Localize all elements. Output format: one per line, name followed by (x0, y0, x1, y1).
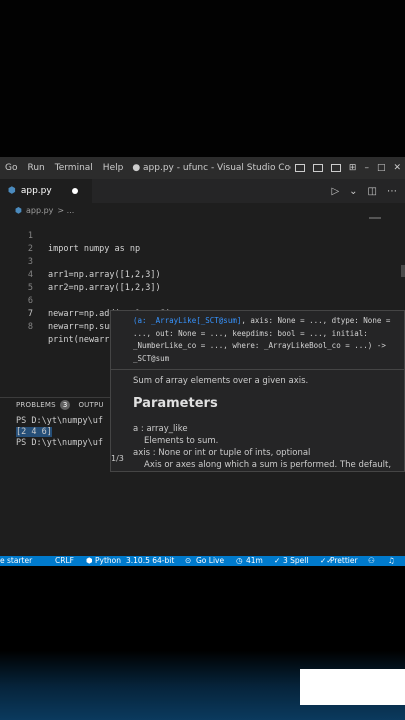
unsaved-dot-icon[interactable] (72, 188, 78, 194)
status-eol[interactable]: CRLF (55, 556, 74, 566)
editor-actions: ▷ ⌄ ◫ ⋯ (321, 179, 397, 203)
status-bar: e starter CRLF ⬢ Python 3.10.5 64-bit ⊙ … (0, 556, 405, 566)
broadcast-icon: ⊙ (185, 556, 192, 565)
toggle-panel-icon[interactable] (312, 164, 323, 172)
code-line: 4 arr2=np.array([1,2,3]) (0, 256, 405, 293)
video-top-background (0, 0, 405, 157)
code-line: 3 arr1=np.array([1,2,3]) (0, 243, 405, 280)
param-a-name: a : array_like (133, 424, 188, 434)
clock-icon: ◷ (236, 556, 243, 565)
status-time[interactable]: 41m (246, 556, 263, 566)
customize-layout-icon[interactable]: ⊞ (349, 163, 357, 173)
terminal-line: PS D:\yt\numpy\uf (16, 438, 103, 448)
terminal-output[interactable]: PS D:\yt\numpy\uf [2 4 6] PS D:\yt\numpy… (16, 416, 103, 449)
panel-tabs: PROBLEMS 3 OUTPU (16, 398, 104, 412)
run-dropdown-icon[interactable]: ⌄ (349, 186, 357, 197)
minimap[interactable] (369, 217, 381, 219)
signature-help-popup: (a: _ArrayLike[_SCT@sum], axis: None = .… (110, 310, 405, 472)
status-interpreter[interactable]: 3.10.5 64-bit (126, 556, 174, 566)
code-text: print(newarr (48, 335, 110, 345)
breadcrumb: ⬢ app.py > ... (0, 203, 405, 217)
active-parameter: (a: _ArrayLike[_SCT@sum] (133, 316, 242, 325)
maximize-icon[interactable]: □ (377, 163, 386, 173)
menu-help[interactable]: Help (98, 163, 129, 173)
menu-terminal[interactable]: Terminal (50, 163, 98, 173)
status-golive[interactable]: Go Live (196, 556, 224, 566)
feedback-icon[interactable]: ⚇ (368, 556, 375, 566)
parameters-heading: Parameters (133, 396, 218, 411)
window-controls: ⊞ – □ ✕ (290, 157, 405, 179)
editor-scrollbar-thumb[interactable] (401, 265, 405, 277)
terminal-line: [2 4 6] (16, 427, 52, 437)
notifications-icon[interactable]: ♫ (388, 556, 395, 566)
white-overlay-box (300, 669, 405, 705)
vscode-window: Go Run Terminal Help ● app.py - ufunc - … (0, 157, 405, 566)
split-editor-icon[interactable]: ◫ (368, 186, 377, 197)
status-prettier[interactable]: Prettier (330, 556, 358, 566)
problems-count-badge: 3 (59, 400, 71, 410)
python-file-icon: ⬢ (15, 205, 22, 215)
terminal-line: PS D:\yt\numpy\uf (16, 416, 103, 426)
tab-output[interactable]: OUTPU (78, 401, 103, 409)
tab-app-py[interactable]: ⬢ app.py (0, 179, 92, 203)
code-line-active: 7 newarr=np.sum() (0, 295, 405, 332)
tab-label: app.py (20, 186, 52, 196)
python-icon: ⬢ (86, 556, 93, 565)
toggle-secondary-sidebar-icon[interactable] (330, 164, 341, 172)
tab-problems[interactable]: PROBLEMS (16, 401, 56, 409)
breadcrumb-more[interactable]: > ... (57, 206, 74, 215)
spell-icon: ✓ (274, 556, 281, 565)
popup-description: Sum of array elements over a given axis. (133, 376, 309, 386)
python-file-icon: ⬢ (8, 186, 16, 196)
close-icon[interactable]: ✕ (393, 163, 401, 173)
status-starter[interactable]: e starter (0, 556, 32, 566)
line-number: 8 (27, 322, 33, 332)
minimize-icon[interactable]: – (364, 163, 369, 173)
menu-go[interactable]: Go (0, 163, 22, 173)
menu-run[interactable]: Run (22, 163, 49, 173)
title-bar: Go Run Terminal Help ● app.py - ufunc - … (0, 157, 405, 179)
signature-text: (a: _ArrayLike[_SCT@sum], axis: None = .… (133, 315, 404, 365)
toggle-sidebar-icon[interactable] (294, 164, 305, 172)
overload-counter[interactable]: 1/3 (111, 454, 124, 463)
run-icon[interactable]: ▷ (331, 186, 339, 197)
status-spell[interactable]: 3 Spell (283, 556, 308, 566)
code-line: 1 import numpy as np (0, 217, 405, 254)
code-line: 2 (0, 230, 405, 254)
breadcrumb-file[interactable]: app.py (26, 206, 53, 215)
tab-bar: ⬢ app.py ▷ ⌄ ◫ ⋯ (0, 179, 405, 203)
code-line: 5 (0, 269, 405, 293)
popup-divider (111, 369, 404, 370)
status-language[interactable]: Python (95, 556, 121, 566)
more-actions-icon[interactable]: ⋯ (387, 186, 397, 197)
param-axis-desc: Axis or axes along which a sum is perfor… (144, 460, 392, 470)
code-line: 6 newarr=np.add(arr1,arr2) (0, 282, 405, 319)
param-axis-name: axis : None or int or tuple of ints, opt… (133, 448, 311, 458)
param-a-desc: Elements to sum. (144, 436, 219, 446)
